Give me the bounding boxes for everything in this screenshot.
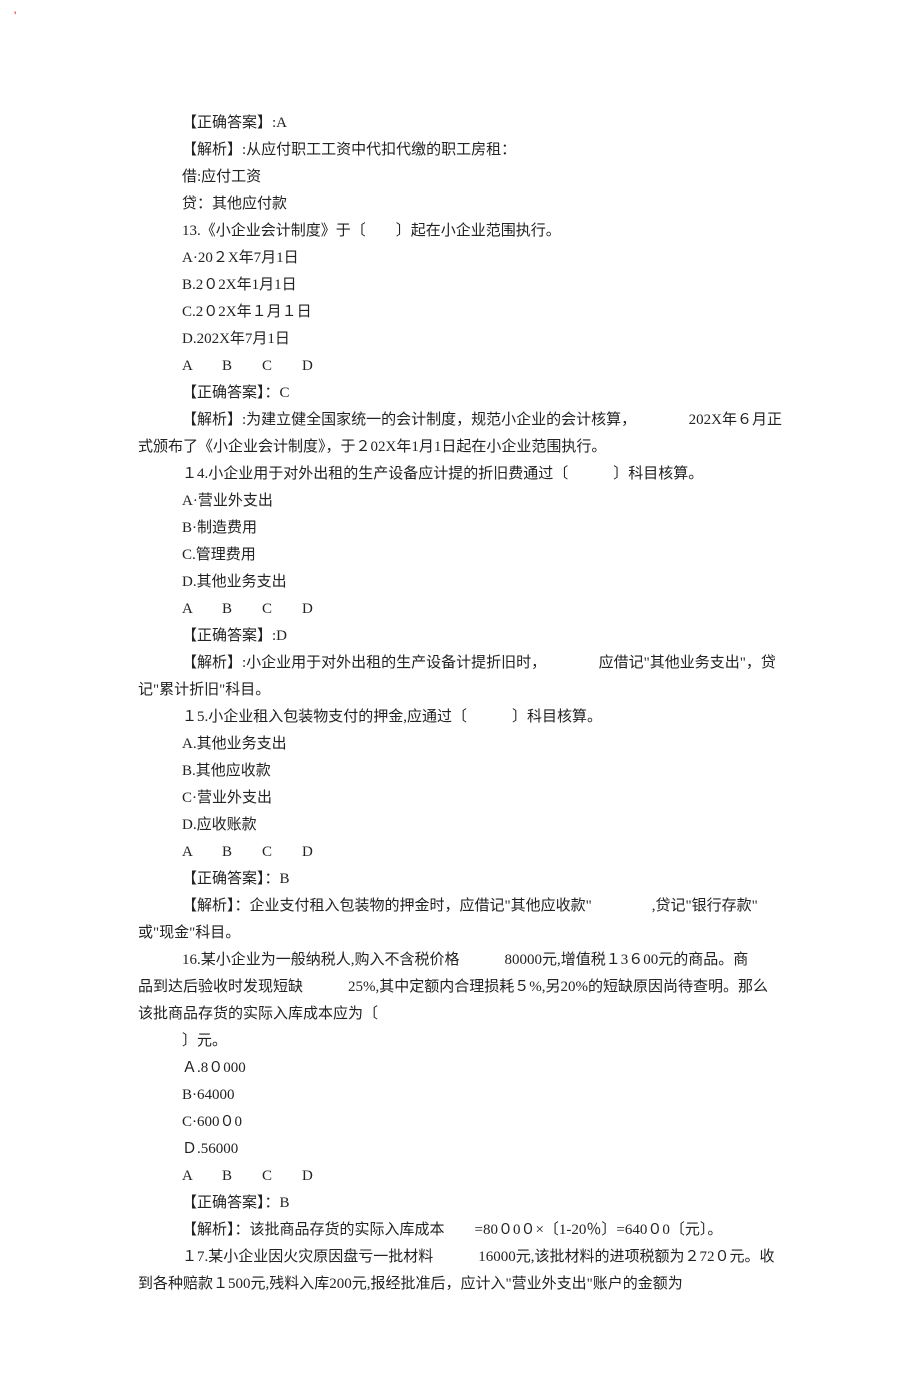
q16-option-a: Ａ.8０000 <box>138 1055 790 1082</box>
q13-analysis-2: 式颁布了《小企业会计制度》，于２02X年1月1日起在小企业范围执行。 <box>138 434 790 461</box>
q12-answer: 【正确答案】:A <box>138 110 790 137</box>
q16-analysis: 【解析】：该批商品存货的实际入库成本 =80０0０×〔1-20％〕=640０0〔… <box>138 1217 790 1244</box>
q16-stem-1: 16.某小企业为一般纳税人,购入不含税价格 80000元,增值税１3６00元的商… <box>138 947 790 974</box>
q14-option-d: D.其他业务支出 <box>138 569 790 596</box>
q17-stem-2: 到各种赔款１500元,残料入库200元,报经批准后，应计入"营业外支出"账户的金… <box>138 1271 790 1298</box>
q15-option-c: C·营业外支出 <box>138 785 790 812</box>
q16-answer: 【正确答案】：B <box>138 1190 790 1217</box>
q16-option-c: C·600０0 <box>138 1109 790 1136</box>
q15-abcd: A B C D <box>138 839 790 866</box>
q15-answer: 【正确答案】：B <box>138 866 790 893</box>
q15-option-d: D.应收账款 <box>138 812 790 839</box>
q13-analysis-1: 【解析】:为建立健全国家统一的会计制度，规范小企业的会计核算， 202X年６月正 <box>138 407 790 434</box>
q14-stem: １4.小企业用于对外出租的生产设备应计提的折旧费通过〔 〕科目核算。 <box>138 461 790 488</box>
red-apostrophe: ' <box>14 6 16 28</box>
q17-stem-1: １7.某小企业因火灾原因盘亏一批材料 16000元,该批材料的进项税额为２72０… <box>138 1244 790 1271</box>
q16-option-b: B·64000 <box>138 1082 790 1109</box>
q15-analysis-1: 【解析】：企业支付租入包装物的押金时，应借记"其他应收款" ,贷记"银行存款" <box>138 893 790 920</box>
page-content: 【正确答案】:A 【解析】:从应付职工工资中代扣代缴的职工房租： 借:应付工资 … <box>0 0 920 1378</box>
q14-analysis-1: 【解析】:小企业用于对外出租的生产设备计提折旧时， 应借记"其他业务支出"，贷 <box>138 650 790 677</box>
q16-option-d: Ｄ.56000 <box>138 1136 790 1163</box>
q13-option-b: B.2０2X年1月1日 <box>138 272 790 299</box>
q16-stem-3: 该批商品存货的实际入库成本应为〔 <box>138 1001 790 1028</box>
q14-abcd: A B C D <box>138 596 790 623</box>
q16-stem-4: 〕元。 <box>138 1028 790 1055</box>
q15-stem: １5.小企业租入包装物支付的押金,应通过〔 〕科目核算。 <box>138 704 790 731</box>
q13-option-d: D.202X年7月1日 <box>138 326 790 353</box>
q13-answer: 【正确答案】：C <box>138 380 790 407</box>
q14-answer: 【正确答案】:D <box>138 623 790 650</box>
q13-option-a: A·20２X年7月1日 <box>138 245 790 272</box>
q15-option-a: A.其他业务支出 <box>138 731 790 758</box>
q12-credit: 贷：其他应付款 <box>138 191 790 218</box>
q14-option-b: B·制造费用 <box>138 515 790 542</box>
q13-abcd: A B C D <box>138 353 790 380</box>
q16-stem-2: 品到达后验收时发现短缺 25%,其中定额内合理损耗５%,另20%的短缺原因尚待查… <box>138 974 790 1001</box>
q12-debit: 借:应付工资 <box>138 164 790 191</box>
q15-option-b: B.其他应收款 <box>138 758 790 785</box>
q12-analysis: 【解析】:从应付职工工资中代扣代缴的职工房租： <box>138 137 790 164</box>
q13-option-c: C.2０2X年１月１日 <box>138 299 790 326</box>
q14-analysis-2: 记"累计折旧"科目。 <box>138 677 790 704</box>
q14-option-a: A·营业外支出 <box>138 488 790 515</box>
q15-analysis-2: 或"现金"科目。 <box>138 920 790 947</box>
q13-stem: 13.《小企业会计制度》于〔 〕起在小企业范围执行。 <box>138 218 790 245</box>
q16-abcd: A B C D <box>138 1163 790 1190</box>
q14-option-c: C.管理费用 <box>138 542 790 569</box>
